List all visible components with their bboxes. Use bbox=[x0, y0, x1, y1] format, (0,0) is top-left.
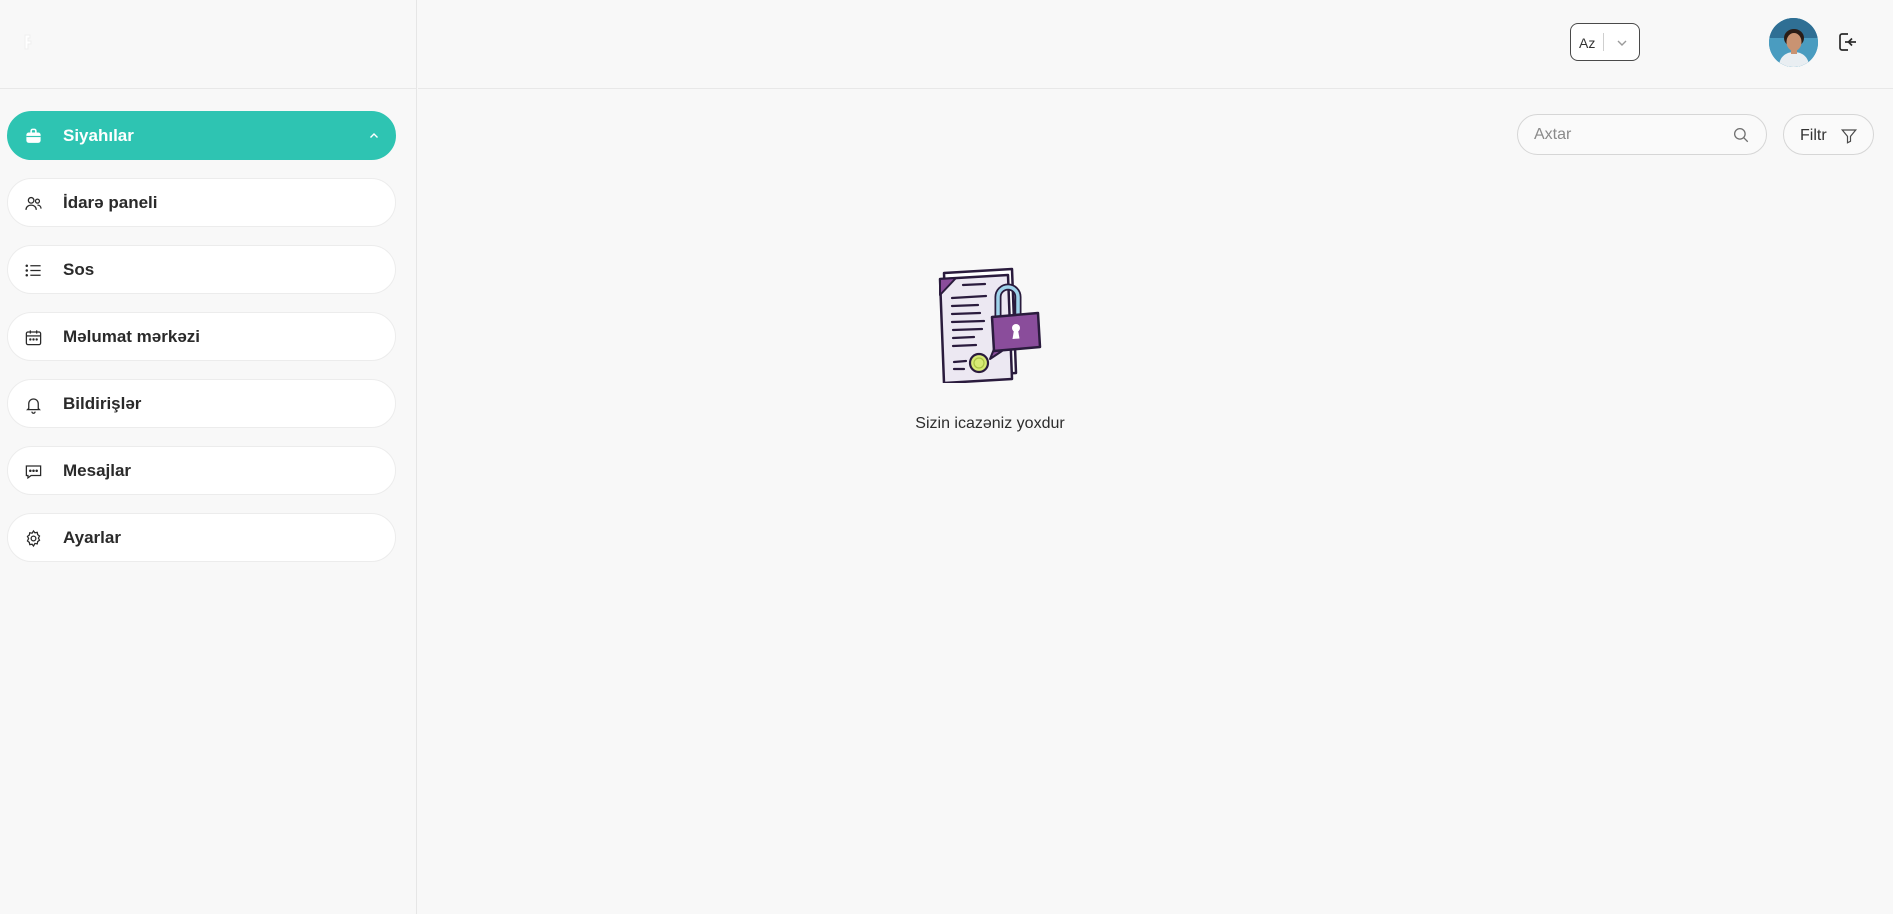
list-icon bbox=[24, 261, 43, 280]
sidebar-item-label: Məlumat mərkəzi bbox=[63, 326, 200, 346]
sidebar-item-ayarlar[interactable]: Ayarlar bbox=[7, 513, 396, 562]
sidebar-item-label: Sos bbox=[63, 259, 95, 279]
sidebar-item-label: İdarə paneli bbox=[63, 192, 158, 212]
logo-area bbox=[0, 0, 416, 89]
sidebar-nav: Siyahılar İdarə paneli Sos Məlumat mərkə… bbox=[0, 89, 416, 562]
sidebar-item-sos[interactable]: Sos bbox=[7, 245, 396, 294]
sidebar-item-mesajlar[interactable]: Mesajlar bbox=[7, 446, 396, 495]
language-value: Az bbox=[1579, 35, 1596, 51]
filter-button[interactable]: Filtr bbox=[1783, 114, 1874, 155]
search-input[interactable] bbox=[1534, 115, 1724, 154]
sidebar-item-label: Ayarlar bbox=[63, 527, 121, 547]
gear-icon bbox=[24, 529, 43, 548]
language-divider bbox=[1603, 33, 1604, 51]
chevron-down-icon bbox=[1617, 40, 1627, 46]
search-icon[interactable] bbox=[1732, 126, 1750, 144]
filter-icon bbox=[1840, 129, 1858, 144]
sidebar-item-siyahilar[interactable]: Siyahılar bbox=[7, 111, 396, 160]
language-select[interactable]: Az bbox=[1570, 23, 1640, 61]
sidebar-item-idare-paneli[interactable]: İdarə paneli bbox=[7, 178, 396, 227]
avatar[interactable] bbox=[1769, 18, 1818, 67]
calendar-icon bbox=[24, 328, 43, 347]
locked-document-illustration bbox=[938, 267, 1042, 383]
logout-icon[interactable] bbox=[1835, 30, 1859, 54]
sidebar-item-label: Siyahılar bbox=[63, 125, 134, 145]
bell-icon bbox=[24, 395, 43, 414]
top-header bbox=[418, 0, 1893, 89]
message-icon bbox=[24, 462, 43, 481]
sidebar-item-label: Bildirişlər bbox=[63, 393, 142, 413]
sidebar-item-label: Mesajlar bbox=[63, 460, 132, 480]
chevron-up-icon bbox=[370, 133, 378, 138]
users-icon bbox=[24, 194, 43, 213]
search-box[interactable] bbox=[1517, 114, 1767, 155]
sidebar-item-melumat-merkezi[interactable]: Məlumat mərkəzi bbox=[7, 312, 396, 361]
briefcase-icon bbox=[24, 127, 43, 146]
sidebar-item-bildirisler[interactable]: Bildirişlər bbox=[7, 379, 396, 428]
filter-label: Filtr bbox=[1800, 127, 1827, 144]
empty-state-message: Sizin icazəniz yoxdur bbox=[915, 415, 1065, 432]
logo-icon[interactable] bbox=[22, 33, 36, 51]
sidebar: Siyahılar İdarə paneli Sos Məlumat mərkə… bbox=[0, 0, 417, 914]
